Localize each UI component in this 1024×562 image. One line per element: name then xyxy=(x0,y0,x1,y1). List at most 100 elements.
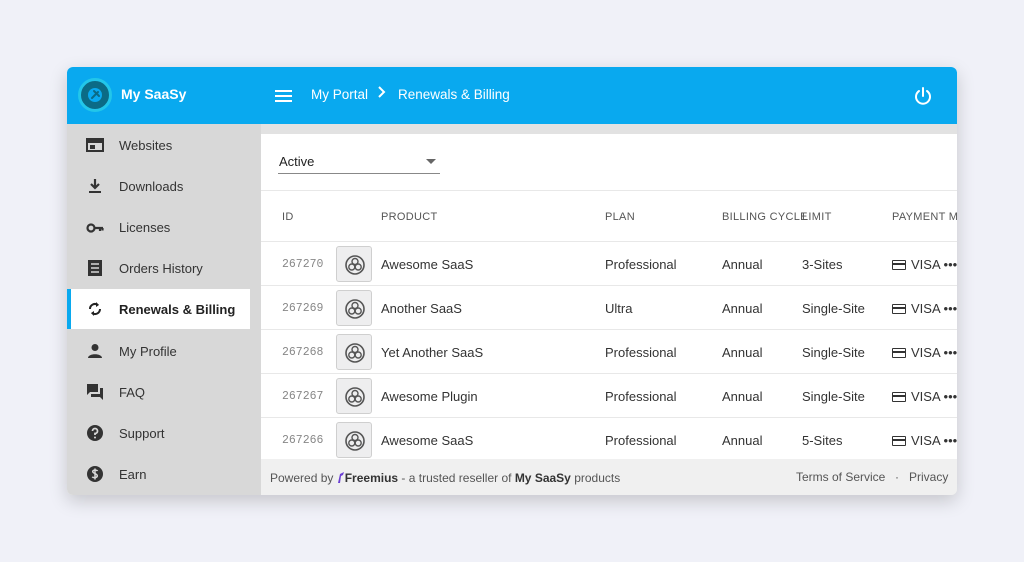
footer: Powered by Freemius - a trusted reseller… xyxy=(261,459,957,495)
sidebar-item-my-profile[interactable]: My Profile xyxy=(67,331,250,371)
status-filter-value: Active xyxy=(279,154,315,169)
product-thumbnail xyxy=(336,246,372,282)
row-limit: 5-Sites xyxy=(802,433,843,448)
person-icon xyxy=(88,344,102,358)
product-logo-icon xyxy=(345,299,365,319)
terms-of-service-link[interactable]: Terms of Service xyxy=(796,470,885,484)
receipt-icon xyxy=(88,260,102,276)
table-row[interactable]: 267267 Awesome Plugin Professional Annua… xyxy=(261,373,957,417)
sidebar: Websites Downloads Licenses Orders Histo… xyxy=(67,124,261,495)
help-icon xyxy=(87,425,103,441)
payment-method-text: VISA ••• xyxy=(911,345,957,360)
key-icon xyxy=(86,223,104,233)
table-row[interactable]: 267268 Yet Another SaaS Professional Ann… xyxy=(261,329,957,373)
credit-card-icon xyxy=(892,392,906,402)
row-payment: VISA ••• xyxy=(892,345,957,360)
web-icon xyxy=(86,138,104,152)
footer-separator: · xyxy=(895,470,899,484)
sidebar-item-label: Renewals & Billing xyxy=(119,302,236,317)
caret-down-icon xyxy=(426,159,436,164)
plug-icon xyxy=(88,88,102,102)
row-limit: 3-Sites xyxy=(802,257,843,272)
credit-card-icon xyxy=(892,436,906,446)
freemius-link[interactable]: Freemius xyxy=(345,471,398,485)
row-id: 267266 xyxy=(282,434,324,447)
column-header-billing-cycle: BILLING CYCLE xyxy=(722,211,808,223)
subscriptions-panel: Active ID PRODUCT PLAN BILLING CYCLE LIM… xyxy=(261,134,957,459)
row-billing-cycle: Annual xyxy=(722,433,763,448)
row-id: 267270 xyxy=(282,258,324,271)
sidebar-item-earn[interactable]: Earn xyxy=(67,454,250,494)
payment-method-text: VISA ••• xyxy=(911,257,957,272)
table-row[interactable]: 267266 Awesome SaaS Professional Annual … xyxy=(261,417,957,459)
privacy-link[interactable]: Privacy xyxy=(909,470,948,484)
row-id: 267267 xyxy=(282,390,324,403)
row-plan: Professional xyxy=(605,345,677,360)
row-payment: VISA ••• xyxy=(892,389,957,404)
status-filter-select[interactable]: Active xyxy=(278,154,440,174)
sidebar-item-label: My Profile xyxy=(119,344,177,359)
product-logo-icon xyxy=(345,343,365,363)
app-logo[interactable] xyxy=(78,78,112,112)
sidebar-item-support[interactable]: Support xyxy=(67,413,250,453)
sidebar-item-websites[interactable]: Websites xyxy=(67,125,250,165)
payment-method-text: VISA ••• xyxy=(911,389,957,404)
sidebar-item-label: FAQ xyxy=(119,385,146,400)
row-plan: Ultra xyxy=(605,301,633,316)
powered-by-notice: Powered by Freemius - a trusted reseller… xyxy=(270,470,620,485)
row-payment: VISA ••• xyxy=(892,301,957,316)
payment-method-text: VISA ••• xyxy=(911,301,957,316)
row-product: Awesome SaaS xyxy=(381,257,474,272)
row-payment: VISA ••• xyxy=(892,433,957,448)
row-product: Yet Another SaaS xyxy=(381,345,484,360)
sidebar-item-downloads[interactable]: Downloads xyxy=(67,166,250,206)
main-content: Active ID PRODUCT PLAN BILLING CYCLE LIM… xyxy=(261,124,957,495)
sync-icon xyxy=(89,302,101,316)
table-row[interactable]: 267269 Another SaaS Ultra Annual Single-… xyxy=(261,285,957,329)
column-header-plan: PLAN xyxy=(605,211,635,223)
sidebar-item-label: Websites xyxy=(119,138,173,153)
row-billing-cycle: Annual xyxy=(722,301,763,316)
row-id: 267268 xyxy=(282,346,324,359)
product-logo-icon xyxy=(345,387,365,407)
row-plan: Professional xyxy=(605,257,677,272)
freemius-logo-icon xyxy=(337,472,344,483)
sidebar-item-faq[interactable]: FAQ xyxy=(67,372,250,412)
column-header-payment-method: PAYMENT ME xyxy=(892,211,957,223)
row-product: Awesome Plugin xyxy=(381,389,478,404)
product-thumbnail xyxy=(336,378,372,414)
row-plan: Professional xyxy=(605,389,677,404)
product-thumbnail xyxy=(336,334,372,370)
sidebar-item-label: Earn xyxy=(119,467,147,482)
portal-window: My SaaSy My Portal Renewals & Billing We… xyxy=(67,67,957,495)
company-name: My SaaSy xyxy=(514,471,571,485)
reseller-text: - a trusted reseller of xyxy=(401,471,512,485)
sidebar-item-label: Downloads xyxy=(119,179,184,194)
sidebar-item-renewals-billing[interactable]: Renewals & Billing xyxy=(67,289,250,329)
row-plan: Professional xyxy=(605,433,677,448)
table-row[interactable]: 267270 Awesome SaaS Professional Annual … xyxy=(261,241,957,285)
sidebar-item-orders-history[interactable]: Orders History xyxy=(67,248,250,288)
chat-icon xyxy=(87,384,103,400)
sidebar-item-label: Orders History xyxy=(119,261,203,276)
payment-method-text: VISA ••• xyxy=(911,433,957,448)
breadcrumb-current: Renewals & Billing xyxy=(398,87,510,102)
product-logo-icon xyxy=(345,431,365,451)
product-thumbnail xyxy=(336,290,372,326)
row-limit: Single-Site xyxy=(802,389,865,404)
power-icon[interactable] xyxy=(913,86,933,106)
sidebar-item-label: Support xyxy=(119,426,165,441)
chevron-right-icon xyxy=(376,85,388,102)
sidebar-item-label: Licenses xyxy=(119,220,171,235)
breadcrumb-home[interactable]: My Portal xyxy=(311,87,368,102)
row-billing-cycle: Annual xyxy=(722,257,763,272)
powered-by-label: Powered by xyxy=(270,471,334,485)
row-limit: Single-Site xyxy=(802,301,865,316)
dollar-icon xyxy=(87,466,103,482)
sidebar-item-licenses[interactable]: Licenses xyxy=(67,207,250,247)
menu-icon[interactable] xyxy=(274,87,294,103)
column-header-product: PRODUCT xyxy=(381,211,438,223)
app-title: My SaaSy xyxy=(121,86,187,102)
column-header-limit: LIMIT xyxy=(802,211,832,223)
column-header-id: ID xyxy=(282,211,294,223)
